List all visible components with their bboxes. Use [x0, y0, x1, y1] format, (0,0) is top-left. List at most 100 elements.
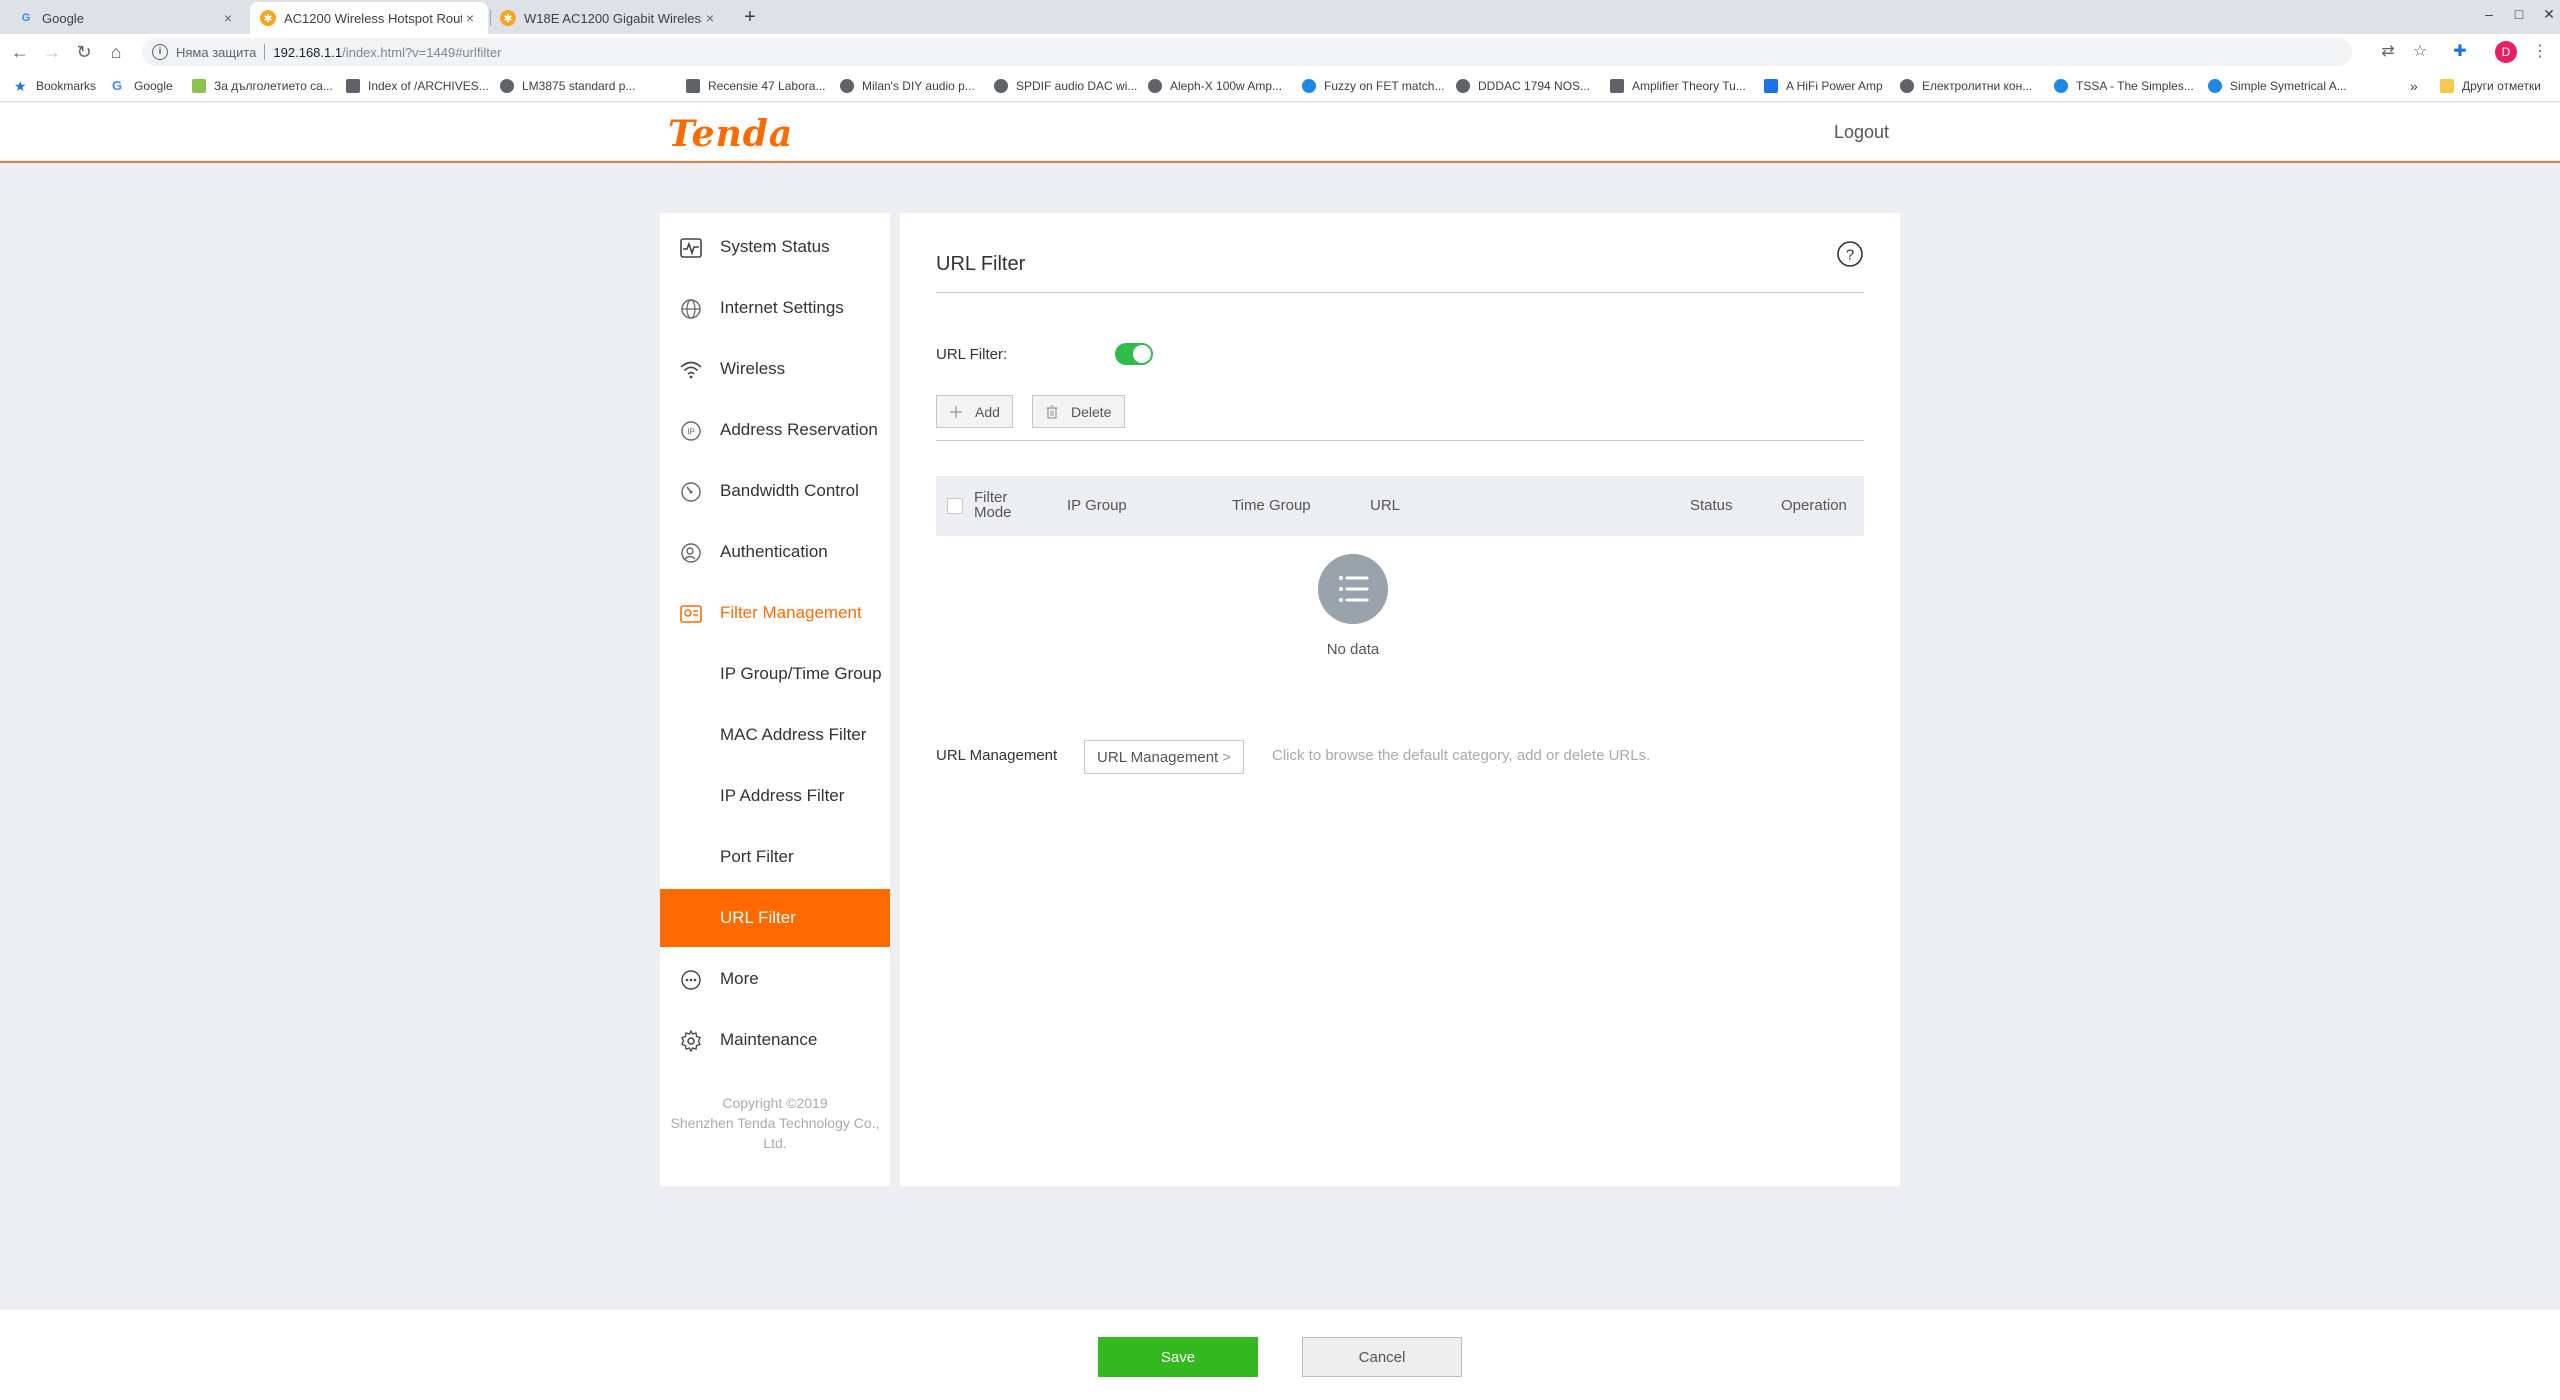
sidebar-item-label: Wireless [720, 359, 786, 378]
bookmark-item[interactable]: Index of /ARCHIVES... [346, 70, 489, 102]
bookmark-item[interactable]: G Google [112, 70, 173, 102]
bookmark-item[interactable]: DDDAC 1794 NOS... [1456, 70, 1590, 102]
trash-icon [1046, 404, 1058, 419]
maximize-icon[interactable]: □ [2504, 2, 2534, 26]
table-header: Filter Mode IP Group Time Group URL Stat… [936, 476, 1864, 536]
gauge-icon [681, 482, 701, 502]
bookmark-label: Aleph-X 100w Amp... [1170, 79, 1283, 93]
folder-icon [2440, 79, 2454, 93]
bookmark-item[interactable]: Milan's DIY audio p... [840, 70, 975, 102]
profile-avatar[interactable]: D [2495, 41, 2517, 63]
sidebar-item-port-filter[interactable]: Port Filter [660, 828, 890, 886]
logout-link[interactable]: Logout [1834, 122, 1889, 143]
menu-icon[interactable]: ⋮ [2528, 40, 2552, 64]
url-path: /index.html?v=1449#urlfilter [342, 44, 502, 60]
sidebar-item-bandwidth-control[interactable]: Bandwidth Control [660, 462, 890, 520]
sidebar-item-authentication[interactable]: Authentication [660, 523, 890, 581]
other-bookmarks[interactable]: Други отметки [2440, 70, 2541, 102]
bookmarks-bar: ★ Bookmarks G Google За дълголетието са...… [0, 70, 2560, 102]
url-management-button[interactable]: URL Management > [1084, 740, 1244, 774]
bookmarks-overflow-button[interactable]: » [2410, 70, 2418, 102]
sidebar-item-wireless[interactable]: Wireless [660, 340, 890, 398]
bookmark-label: Други отметки [2462, 79, 2541, 93]
help-icon[interactable]: ? [1836, 240, 1864, 268]
sidebar-item-label: Filter Management [720, 603, 862, 622]
sidebar-item-label: Address Reservation [720, 420, 878, 439]
bookmark-item[interactable]: Електролитни кон... [1900, 70, 2032, 102]
sidebar-item-internet-settings[interactable]: Internet Settings [660, 279, 890, 337]
new-tab-button[interactable]: + [738, 6, 762, 30]
close-tab-icon[interactable]: × [220, 10, 236, 26]
bookmark-item[interactable]: Amplifier Theory Tu... [1610, 70, 1746, 102]
url-filter-toggle[interactable] [1115, 343, 1153, 365]
browser-tab-google[interactable]: G Google × [8, 2, 246, 34]
wifi-icon [680, 361, 702, 379]
divider [936, 292, 1864, 293]
bookmark-label: Amplifier Theory Tu... [1632, 79, 1746, 93]
address-bar[interactable]: i Няма защита 192.168.1.1 /index.html?v=… [142, 38, 2352, 66]
tenda-favicon-icon: ✱ [500, 10, 516, 26]
minimize-icon[interactable]: – [2474, 2, 2504, 26]
site-icon [686, 79, 700, 93]
sidebar-item-maintenance[interactable]: Maintenance [660, 1011, 890, 1069]
close-tab-icon[interactable]: × [462, 10, 478, 26]
bookmark-label: Електролитни кон... [1922, 79, 2033, 93]
back-icon[interactable]: ← [8, 40, 32, 64]
url-management-hint: Click to browse the default category, ad… [1272, 747, 1651, 764]
sidebar-item-system-status[interactable]: System Status [660, 218, 890, 276]
sidebar-item-ip-address-filter[interactable]: IP Address Filter [660, 767, 890, 825]
bookmark-item[interactable]: Aleph-X 100w Amp... [1148, 70, 1282, 102]
site-icon [2054, 79, 2068, 93]
sidebar-item-label: Maintenance [720, 1030, 818, 1049]
bookmark-item[interactable]: За дълголетието са... [192, 70, 333, 102]
globe-icon [1148, 79, 1162, 93]
forward-icon[interactable]: → [40, 40, 64, 64]
sidebar-item-filter-management[interactable]: Filter Management [660, 584, 890, 642]
column-status: Status [1690, 497, 1733, 514]
sidebar-item-label: Authentication [720, 542, 828, 561]
tab-title: Google [42, 10, 84, 26]
bookmark-label: LM3875 standard p... [522, 79, 636, 93]
info-icon[interactable]: i [152, 44, 168, 60]
sidebar-item-url-filter[interactable]: URL Filter [660, 889, 890, 947]
cancel-button[interactable]: Cancel [1302, 1337, 1462, 1377]
sidebar-item-label: Port Filter [720, 847, 794, 866]
add-button[interactable]: Add [936, 395, 1013, 428]
bookmark-item[interactable]: TSSA - The Simples... [2054, 70, 2194, 102]
browser-tab-router[interactable]: ✱ AC1200 Wireless Hotspot Router × [250, 2, 488, 34]
sidebar-item-label: IP Address Filter [720, 786, 845, 805]
sidebar-item-ip-time-group[interactable]: IP Group/Time Group [660, 645, 890, 703]
url-host: 192.168.1.1 [273, 44, 343, 60]
select-all-checkbox[interactable] [947, 498, 963, 514]
close-window-icon[interactable]: ✕ [2534, 2, 2560, 26]
browser-tab-w18e[interactable]: ✱ W18E AC1200 Gigabit Wireless H × [490, 2, 728, 34]
home-icon[interactable]: ⌂ [104, 40, 128, 64]
user-check-icon [681, 543, 701, 563]
bookmark-item[interactable]: LM3875 standard p... [500, 70, 635, 102]
save-button[interactable]: Save [1098, 1337, 1258, 1377]
bookmark-star-icon[interactable]: ☆ [2408, 40, 2432, 64]
sidebar-item-more[interactable]: More [660, 950, 890, 1008]
bookmark-item[interactable]: ★ Bookmarks [14, 70, 96, 102]
bookmark-label: Milan's DIY audio p... [862, 79, 975, 93]
bookmark-item[interactable]: Fuzzy on FET match... [1302, 70, 1444, 102]
page-title: URL Filter [936, 253, 1026, 275]
translate-icon[interactable]: ⇄ [2376, 40, 2400, 64]
bookmark-item[interactable]: Recensie 47 Labora... [686, 70, 825, 102]
bookmark-item[interactable]: A HiFi Power Amp [1764, 70, 1883, 102]
site-icon [2208, 79, 2222, 93]
extension-icon[interactable]: ✚ [2448, 40, 2472, 64]
sidebar-item-mac-address-filter[interactable]: MAC Address Filter [660, 706, 890, 764]
sidebar-item-label: IP Group/Time Group [720, 664, 882, 683]
url-management-label: URL Management [936, 747, 1058, 764]
site-icon [1610, 79, 1624, 93]
tenda-favicon-icon: ✱ [260, 10, 276, 26]
more-icon [681, 970, 701, 990]
reload-icon[interactable]: ↻ [72, 40, 96, 64]
bookmark-item[interactable]: Simple Symetrical A... [2208, 70, 2347, 102]
sidebar-item-address-reservation[interactable]: IP Address Reservation [660, 401, 890, 459]
copyright-line: Copyright ©2019 [722, 1095, 828, 1111]
bookmark-item[interactable]: SPDIF audio DAC wi... [994, 70, 1137, 102]
close-tab-icon[interactable]: × [702, 10, 718, 26]
delete-button[interactable]: Delete [1032, 395, 1125, 428]
